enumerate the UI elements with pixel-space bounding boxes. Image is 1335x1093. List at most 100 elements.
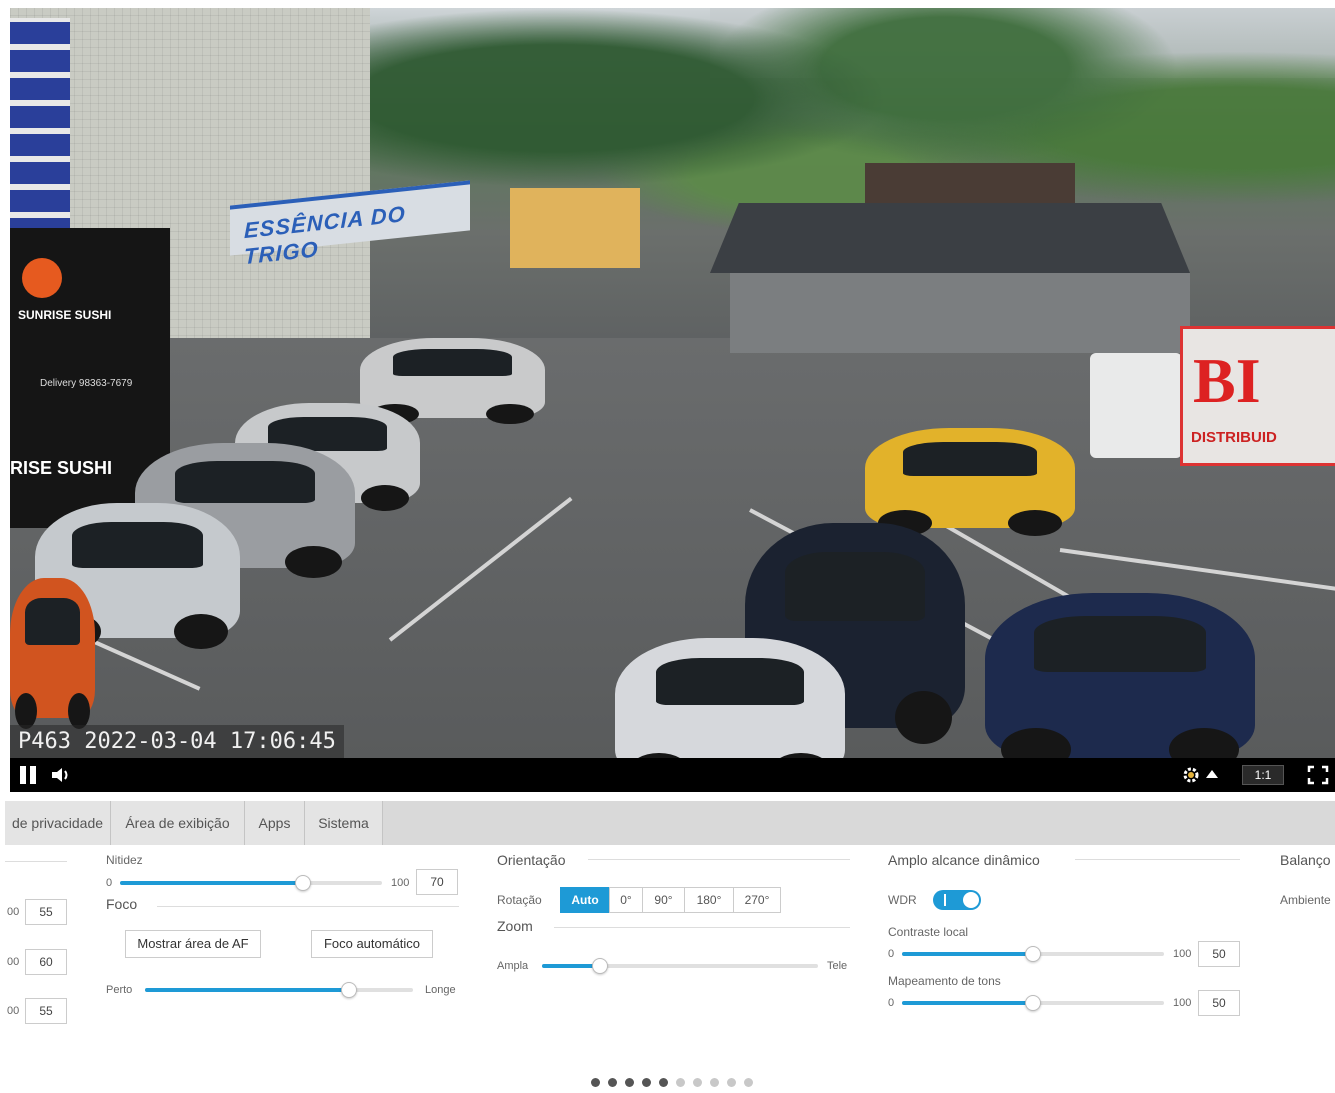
pagination-dot[interactable] xyxy=(642,1078,651,1087)
rotation-270-button[interactable]: 270° xyxy=(733,887,781,913)
zoom-tele-label: Tele xyxy=(827,960,848,972)
truck-cab xyxy=(1090,353,1182,458)
banner-text: Delivery 98363-7679 xyxy=(40,378,133,389)
settings-icon[interactable] xyxy=(1180,765,1202,785)
restaurant-roof xyxy=(710,203,1190,273)
local-contrast-slider[interactable] xyxy=(902,946,1164,962)
local-contrast-input[interactable]: 50 xyxy=(1198,941,1240,967)
local-contrast-max-label: 100 xyxy=(1173,948,1192,960)
zoom-wide-label: Ampla xyxy=(497,960,529,972)
arrow-line xyxy=(388,496,573,642)
sharpness-label: Nitidez xyxy=(106,853,143,867)
lane-line xyxy=(89,638,201,691)
local-contrast-label: Contraste local xyxy=(888,925,969,939)
focus-near-label: Perto xyxy=(106,984,133,996)
sharpness-slider-fill xyxy=(120,881,304,885)
section-divider xyxy=(588,859,850,860)
section-divider xyxy=(1075,859,1240,860)
kiosk xyxy=(510,188,640,268)
wdr-label: WDR xyxy=(888,893,917,907)
tab-privacy[interactable]: de privacidade xyxy=(5,801,111,845)
tone-mapping-slider-fill xyxy=(902,1001,1033,1005)
rotation-180-button[interactable]: 180° xyxy=(684,887,734,913)
settings-tabbar: de privacidade Área de exibição Apps Sis… xyxy=(5,801,1335,845)
focus-far-label: Longe xyxy=(425,984,456,996)
zoom-slider-handle[interactable] xyxy=(591,958,608,974)
toggle-knob xyxy=(963,892,979,908)
live-video-view[interactable]: ESSÊNCIA DO TRIGO SUNRISE SUSHI Delivery… xyxy=(10,8,1335,758)
car xyxy=(615,638,845,758)
focus-slider[interactable] xyxy=(145,982,413,998)
pagination-dot[interactable] xyxy=(676,1078,685,1087)
car xyxy=(985,593,1255,758)
focus-slider-handle[interactable] xyxy=(340,982,357,998)
sharpness-min-label: 0 xyxy=(106,877,113,889)
sharpness-slider[interactable] xyxy=(120,875,382,891)
pause-icon[interactable] xyxy=(20,766,38,784)
tone-mapping-max-label: 100 xyxy=(1173,997,1192,1009)
tone-mapping-min-label: 0 xyxy=(888,997,895,1009)
slider-max-label: 00 xyxy=(7,1005,20,1017)
local-contrast-min-label: 0 xyxy=(888,948,895,960)
orientation-title: Orientação xyxy=(497,852,566,868)
image-settings-panel: 00 55 00 60 00 55 Nitidez 0 100 70 Foco … xyxy=(5,845,1335,1093)
sharpness-input[interactable]: 70 xyxy=(416,869,458,895)
car xyxy=(865,428,1075,536)
zoom-title: Zoom xyxy=(497,918,533,934)
value-input[interactable]: 55 xyxy=(25,899,67,925)
tone-mapping-slider-handle[interactable] xyxy=(1025,995,1041,1011)
section-divider xyxy=(554,927,850,928)
sharpness-max-label: 100 xyxy=(391,877,410,889)
value-input[interactable]: 60 xyxy=(25,949,67,975)
rotation-90-button[interactable]: 90° xyxy=(642,887,685,913)
volume-icon[interactable] xyxy=(50,765,72,785)
tone-mapping-slider[interactable] xyxy=(902,995,1164,1011)
white-balance-title: Balanço xyxy=(1280,852,1331,868)
pagination-dot[interactable] xyxy=(710,1078,719,1087)
video-timestamp: P463 2022-03-04 17:06:45 xyxy=(10,725,344,758)
banner-text: SUNRISE SUSHI xyxy=(18,308,112,322)
sharpness-slider-handle[interactable] xyxy=(295,875,312,891)
pagination-dot[interactable] xyxy=(744,1078,753,1087)
focus-title: Foco xyxy=(106,896,138,912)
tone-mapping-label: Mapeamento de tons xyxy=(888,974,1001,988)
slider-max-label: 00 xyxy=(7,906,20,918)
wdr-title: Amplo alcance dinâmico xyxy=(888,852,1040,868)
truck-text: DISTRIBUID xyxy=(1191,429,1277,446)
pagination-dot[interactable] xyxy=(608,1078,617,1087)
zoom-slider[interactable] xyxy=(542,958,818,974)
fullscreen-icon[interactable] xyxy=(1307,765,1329,785)
tone-mapping-input[interactable]: 50 xyxy=(1198,990,1240,1016)
section-divider xyxy=(5,861,67,862)
sushi-logo xyxy=(22,258,62,298)
ambient-label: Ambiente xyxy=(1280,893,1331,907)
rotation-0-button[interactable]: 0° xyxy=(609,887,643,913)
caret-up-icon[interactable] xyxy=(1206,770,1218,778)
truck: BI DISTRIBUID xyxy=(1085,318,1335,488)
slider-max-label: 00 xyxy=(7,956,20,968)
car xyxy=(360,338,545,425)
pagination-dot[interactable] xyxy=(625,1078,634,1087)
local-contrast-slider-fill xyxy=(902,952,1033,956)
banner-text: RISE SUSHI xyxy=(10,458,113,478)
rotation-auto-button[interactable]: Auto xyxy=(560,887,610,913)
aspect-ratio-button[interactable]: 1:1 xyxy=(1242,765,1284,785)
player-controls: 1:1 xyxy=(10,758,1335,792)
camera-settings-page: ESSÊNCIA DO TRIGO SUNRISE SUSHI Delivery… xyxy=(0,0,1335,1093)
show-af-area-button[interactable]: Mostrar área de AF xyxy=(125,930,261,958)
car xyxy=(10,578,95,730)
local-contrast-slider-handle[interactable] xyxy=(1025,946,1041,962)
pagination-dot[interactable] xyxy=(659,1078,668,1087)
wdr-toggle[interactable] xyxy=(933,890,981,910)
tab-apps[interactable]: Apps xyxy=(245,801,305,845)
lane-line xyxy=(1059,548,1335,591)
pagination-dot[interactable] xyxy=(693,1078,702,1087)
pagination-dot[interactable] xyxy=(727,1078,736,1087)
pagination-dot[interactable] xyxy=(591,1078,600,1087)
truck-logo: BI xyxy=(1193,345,1261,416)
auto-focus-button[interactable]: Foco automático xyxy=(311,930,433,958)
tab-view-area[interactable]: Área de exibição xyxy=(111,801,245,845)
value-input[interactable]: 55 xyxy=(25,998,67,1024)
tab-system[interactable]: Sistema xyxy=(305,801,383,845)
section-divider xyxy=(157,906,459,907)
